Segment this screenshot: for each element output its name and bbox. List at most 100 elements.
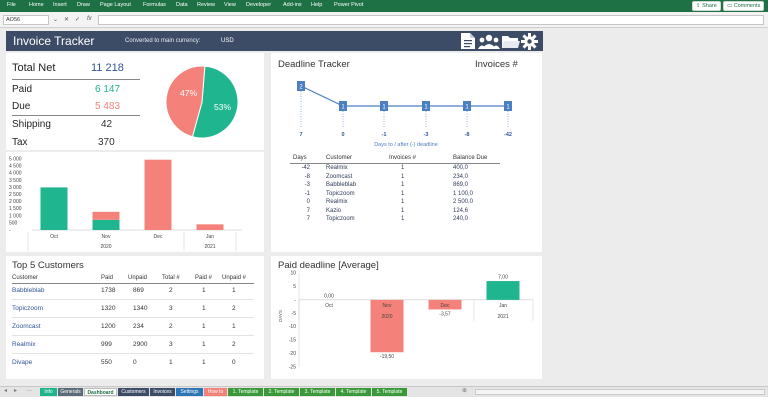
col-header-customer: Customer — [12, 275, 39, 281]
paid-label: Paid — [12, 84, 33, 95]
y-tick-label: -15 — [289, 338, 296, 344]
tax-value: 370 — [98, 137, 115, 148]
row-divider — [12, 317, 254, 318]
y-tick-label: - — [9, 228, 11, 234]
menu-formulas[interactable]: Formulas — [143, 2, 166, 8]
row-value: 3 — [169, 305, 173, 312]
menu-page-layout[interactable]: Page Layout — [100, 2, 131, 8]
menu-add-ins[interactable]: Add-ins — [283, 2, 302, 8]
y-tick-label: 5 — [293, 284, 296, 290]
bar-paid-deadline — [486, 281, 520, 300]
row-value: 3 — [169, 341, 173, 348]
share-button[interactable]: ⇪ Share — [692, 1, 721, 11]
row-invoices: 1 — [401, 173, 405, 180]
y-tick-label: 4 000 — [9, 171, 22, 177]
comment-icon: ▭ — [727, 3, 733, 9]
row-customer: Realmix — [326, 165, 348, 171]
row-customer-name: Babbleblab — [12, 287, 45, 294]
customers-icon[interactable] — [478, 34, 500, 49]
sheet-tab-settings[interactable]: Settings — [176, 388, 203, 396]
invoices-count-label: Invoices # — [475, 59, 518, 70]
menu-power-pivot[interactable]: Power Pivot — [334, 2, 363, 8]
row-customer: Kazio — [326, 207, 342, 214]
menu-developer[interactable]: Developer — [246, 2, 271, 8]
formula-input[interactable] — [98, 15, 764, 25]
sheet-tab-5-template[interactable]: 5. Template — [372, 388, 407, 396]
y-tick-label: 1 500 — [9, 206, 22, 212]
menu-draw[interactable]: Draw — [77, 2, 90, 8]
row-value: 0 — [232, 359, 236, 366]
folder-icon[interactable] — [502, 34, 520, 49]
col-header-unpaid: Unpaid — [128, 275, 148, 281]
year-label: 2020 — [381, 314, 392, 320]
bar-unpaid — [92, 211, 120, 220]
chevron-down-icon[interactable]: ⌄ — [53, 16, 58, 23]
menu-help[interactable]: Help — [311, 2, 322, 8]
menu-file[interactable]: File — [7, 2, 16, 8]
name-box[interactable]: AO56 — [3, 15, 49, 25]
sheet-tab-4-template[interactable]: 4. Template — [336, 388, 371, 396]
menu-home[interactable]: Home — [29, 2, 44, 8]
sheet-tab-customers[interactable]: Customers — [118, 388, 149, 396]
share-icon: ⇪ — [696, 3, 701, 9]
sheet-tab-info[interactable]: Info — [40, 388, 57, 396]
sheet-tab-3-template[interactable]: 3. Template — [300, 388, 335, 396]
comments-label: Comments — [733, 3, 761, 9]
data-label: 7,00 — [498, 275, 508, 281]
x-tick-label: -8 — [465, 132, 470, 138]
menu-insert[interactable]: Insert — [53, 2, 67, 8]
sheet-tab-1-template[interactable]: 1. Template — [228, 388, 263, 396]
row-value: 2 — [169, 323, 173, 330]
more-sheets-icon[interactable]: … — [26, 387, 32, 393]
menu-review[interactable]: Review — [197, 2, 215, 8]
function-icon[interactable]: fx — [87, 16, 92, 22]
sheet-tab-dashboard[interactable]: Dashboard — [84, 388, 117, 396]
row-invoices: 1 — [401, 207, 405, 214]
row-days: -42 — [301, 165, 310, 171]
menu-data[interactable]: Data — [176, 2, 188, 8]
table-header-divider — [12, 283, 254, 284]
row-invoices: 1 — [401, 216, 405, 222]
x-axis-label: Days to / after (-) deadline — [374, 142, 438, 148]
y-tick-label: -10 — [289, 324, 296, 330]
x-tick-label: Dec — [441, 303, 450, 309]
bar-unpaid — [144, 159, 172, 230]
monthly-bar-chart: 5 0004 5004 0003 5003 0002 5002 0001 500… — [9, 157, 242, 251]
horizontal-scrollbar[interactable] — [475, 389, 765, 395]
x-tick-label: Jan — [206, 234, 214, 240]
enter-icon[interactable]: ✓ — [75, 16, 80, 23]
row-value: 550 — [101, 359, 112, 366]
row-customer: Realmix — [326, 199, 348, 205]
x-tick-label: Nov — [383, 303, 392, 309]
row-days: -3 — [304, 182, 310, 188]
row-balance: 400,0 — [453, 165, 469, 171]
gear-icon[interactable] — [521, 33, 538, 50]
deadline-tracker-title: Deadline Tracker — [278, 59, 350, 70]
deadline-line-chart: 21 1 1 1 1 7 0 -1 -3 -8 -42 Days to / after (-) d… — [297, 81, 512, 148]
paid-deadline-bar-chart: DAYS 10 5 - -5 -10 -15 -20 -25 0,00 -19,50 -3,57 7… — [278, 271, 534, 371]
top-customers-title: Top 5 Customers — [12, 260, 84, 271]
sheet-tab-2-template[interactable]: 2. Template — [264, 388, 299, 396]
shipping-value: 42 — [101, 119, 113, 130]
col-header-total: Total # — [162, 275, 180, 281]
row-value: 999 — [101, 341, 112, 348]
menu-view[interactable]: View — [224, 2, 236, 8]
table-header-divider — [290, 163, 500, 164]
sheet-tab-how-to[interactable]: How to — [204, 388, 227, 396]
x-tick-label: Jan — [499, 303, 507, 309]
row-value: 2 — [232, 305, 236, 312]
row-value: 1 — [202, 305, 206, 312]
row-value: 1200 — [101, 323, 116, 330]
y-tick-label: 10 — [290, 271, 296, 277]
scroll-left-icon[interactable]: ◂ — [4, 387, 7, 394]
row-value: 1 — [202, 323, 206, 330]
x-tick-label: -3 — [424, 132, 429, 138]
sheet-tab-generals[interactable]: Generals — [58, 388, 83, 396]
cancel-icon[interactable]: ✕ — [64, 16, 69, 23]
scroll-right-icon[interactable]: ▸ — [14, 387, 17, 394]
document-icon[interactable] — [460, 32, 476, 50]
comments-button[interactable]: ▭ Comments — [723, 1, 765, 11]
sheet-tab-invoices[interactable]: Invoices — [150, 388, 175, 396]
x-tick-label: Nov — [102, 234, 111, 240]
add-sheet-icon[interactable]: ⊕ — [462, 387, 467, 394]
